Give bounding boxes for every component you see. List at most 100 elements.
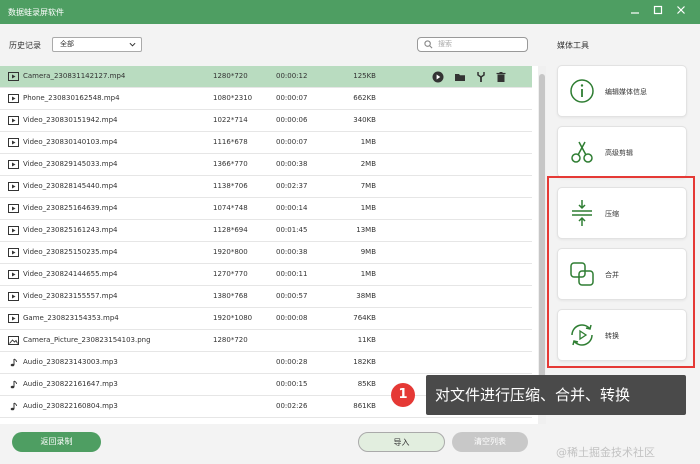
file-resolution: 1920*1080: [213, 314, 253, 322]
file-name: Audio_230822161647.mp3: [23, 380, 118, 388]
search-placeholder: 搜索: [438, 40, 452, 48]
play-icon[interactable]: [432, 71, 444, 83]
file-duration: 00:00:28: [276, 358, 308, 366]
file-duration: 00:00:11: [276, 270, 308, 278]
file-resolution: 1270*770: [213, 270, 248, 278]
file-size: 13MB: [356, 226, 376, 234]
file-duration: 00:00:15: [276, 380, 308, 388]
video-file-icon: [8, 116, 19, 125]
file-resolution: 1280*720: [213, 336, 248, 344]
video-file-icon: [8, 248, 19, 257]
file-name: Game_230823154353.mp4: [23, 314, 119, 322]
file-name: Video_230823155557.mp4: [23, 292, 118, 300]
filter-select[interactable]: 全部: [52, 37, 142, 52]
list-scrollbar[interactable]: [538, 66, 546, 424]
video-file-icon: [8, 270, 19, 279]
file-name: Camera_Picture_230823154103.png: [23, 336, 151, 344]
file-duration: 00:00:07: [276, 94, 308, 102]
card-label: 编辑媒体信息: [605, 88, 647, 96]
chevron-down-icon: [129, 42, 136, 47]
file-resolution: 1128*694: [213, 226, 248, 234]
minimize-icon[interactable]: [624, 3, 646, 21]
file-row[interactable]: Video_230824144655.mp4 1270*770 00:00:11 1M…: [0, 264, 532, 286]
file-row[interactable]: Camera_Picture_230823154103.png 1280*720 1…: [0, 330, 532, 352]
card-label: 高级剪辑: [605, 149, 633, 157]
file-row[interactable]: Video_230825161243.mp4 1128*694 00:01:45 13…: [0, 220, 532, 242]
file-size: 861KB: [353, 402, 376, 410]
video-file-icon: [8, 292, 19, 301]
audio-file-icon: [8, 380, 19, 389]
file-duration: 00:02:26: [276, 402, 308, 410]
filter-value: 全部: [60, 40, 74, 48]
file-size: 2MB: [360, 160, 376, 168]
app-title: 数据蛙录屏软件: [8, 8, 64, 17]
file-size: 662KB: [353, 94, 376, 102]
close-icon[interactable]: [670, 3, 692, 21]
audio-file-icon: [8, 358, 19, 367]
file-row[interactable]: Game_230823154353.mp4 1920*1080 00:00:08 76…: [0, 308, 532, 330]
file-name: Audio_230822160804.mp3: [23, 402, 118, 410]
file-duration: 00:00:38: [276, 160, 308, 168]
file-name: Video_230830151942.mp4: [23, 116, 118, 124]
search-input[interactable]: 搜索: [417, 37, 528, 52]
file-row[interactable]: Video_230828145440.mp4 1138*706 00:02:37 7M…: [0, 176, 532, 198]
file-row[interactable]: Video_230830140103.mp4 1116*678 00:00:07 1M…: [0, 132, 532, 154]
file-row[interactable]: Video_230825150235.mp4 1920*800 00:00:38 9M…: [0, 242, 532, 264]
file-name: Video_230825164639.mp4: [23, 204, 118, 212]
scrollbar-thumb[interactable]: [539, 74, 545, 394]
file-name: Camera_230831142127.mp4: [23, 72, 126, 80]
file-row[interactable]: Video_230823155557.mp4 1380*768 00:00:57 38…: [0, 286, 532, 308]
file-resolution: 1074*748: [213, 204, 248, 212]
file-resolution: 1280*720: [213, 72, 248, 80]
file-size: 764KB: [353, 314, 376, 322]
file-duration: 00:00:06: [276, 116, 308, 124]
file-resolution: 1380*768: [213, 292, 248, 300]
file-row[interactable]: Camera_230831142127.mp4 1280*720 00:00:12 1…: [0, 66, 532, 88]
file-row[interactable]: Video_230830151942.mp4 1022*714 00:00:06 34…: [0, 110, 532, 132]
file-duration: 00:00:08: [276, 314, 308, 322]
folder-icon[interactable]: [454, 71, 466, 83]
file-duration: 00:00:07: [276, 138, 308, 146]
maximize-icon[interactable]: [647, 3, 669, 21]
file-size: 1MB: [360, 204, 376, 212]
file-size: 9MB: [360, 248, 376, 256]
advanced-clip-card[interactable]: 高级剪辑: [557, 126, 687, 178]
file-size: 7MB: [360, 182, 376, 190]
file-row[interactable]: Audio_230823143003.mp3 00:00:28 182KB: [0, 352, 532, 374]
file-name: Video_230825161243.mp4: [23, 226, 118, 234]
import-button[interactable]: 导入: [358, 432, 445, 452]
edit-tool-icon[interactable]: [475, 71, 487, 83]
file-size: 1MB: [360, 138, 376, 146]
file-resolution: 1366*770: [213, 160, 248, 168]
file-size: 11KB: [357, 336, 376, 344]
clear-list-button[interactable]: 清空列表: [452, 432, 528, 452]
file-duration: 00:00:38: [276, 248, 308, 256]
file-duration: 00:00:57: [276, 292, 308, 300]
file-name: Audio_230823143003.mp3: [23, 358, 118, 366]
file-name: Video_230830140103.mp4: [23, 138, 118, 146]
file-row[interactable]: Video_230829145033.mp4 1366*770 00:00:38 2M…: [0, 154, 532, 176]
video-file-icon: [8, 160, 19, 169]
file-name: Video_230825150235.mp4: [23, 248, 118, 256]
file-row[interactable]: Phone_230830162548.mp4 1080*2310 00:00:07 6…: [0, 88, 532, 110]
annotation-number: 1: [391, 383, 415, 407]
video-file-icon: [8, 226, 19, 235]
scissors-icon: [571, 141, 593, 163]
file-resolution: 1138*706: [213, 182, 248, 190]
file-resolution: 1080*2310: [213, 94, 253, 102]
video-file-icon: [8, 182, 19, 191]
file-row[interactable]: Video_230825164639.mp4 1074*748 00:00:14 1M…: [0, 198, 532, 220]
file-name: Video_230828145440.mp4: [23, 182, 118, 190]
video-file-icon: [8, 138, 19, 147]
annotation-text: 对文件进行压缩、合并、转换: [426, 375, 686, 415]
audio-file-icon: [8, 402, 19, 411]
file-duration: 00:00:12: [276, 72, 308, 80]
highlight-box: [547, 176, 695, 368]
image-file-icon: [8, 336, 19, 345]
media-tools-title: 媒体工具: [557, 41, 589, 50]
file-size: 38MB: [356, 292, 376, 300]
back-to-record-button[interactable]: 返回录制: [12, 432, 101, 452]
file-size: 1MB: [360, 270, 376, 278]
trash-icon[interactable]: [495, 71, 507, 83]
edit-media-info-card[interactable]: 编辑媒体信息: [557, 65, 687, 117]
